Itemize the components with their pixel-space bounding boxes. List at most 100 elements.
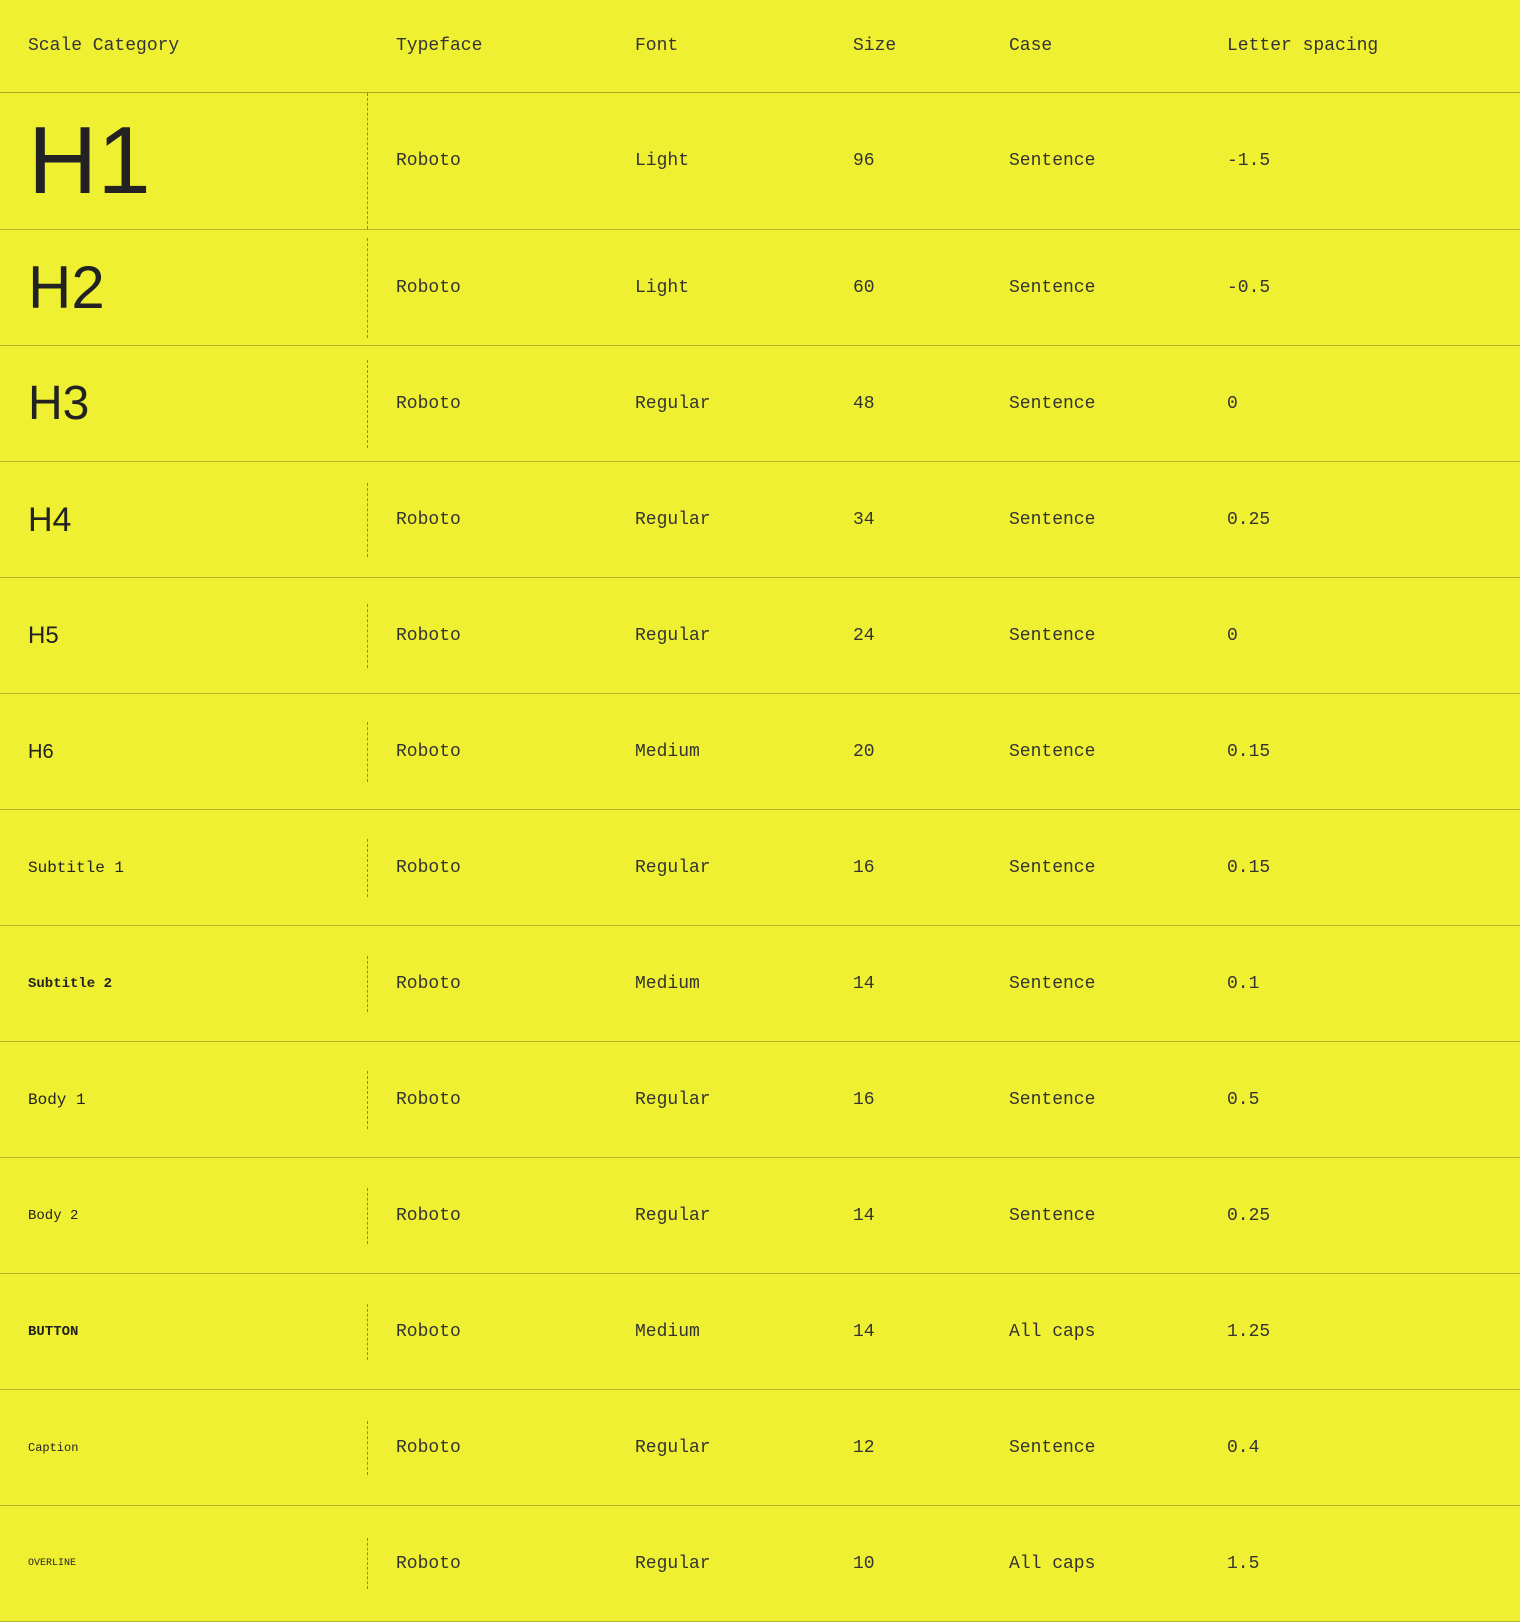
table-row: H6 Roboto Medium 20 Sentence 0.15 [0, 694, 1520, 810]
letter-spacing-cell: 0 [1199, 606, 1520, 666]
table-row: OVERLINE Roboto Regular 10 All caps 1.5 [0, 1506, 1520, 1622]
typeface-cell: Roboto [368, 1186, 607, 1246]
letter-spacing-cell: 0.1 [1199, 954, 1520, 1014]
font-cell: Medium [607, 1302, 825, 1362]
table-row: Body 1 Roboto Regular 16 Sentence 0.5 [0, 1042, 1520, 1158]
typeface-cell: Roboto [368, 1302, 607, 1362]
size-cell: 10 [825, 1534, 981, 1594]
table-row: H4 Roboto Regular 34 Sentence 0.25 [0, 462, 1520, 578]
scale-label: Subtitle 1 [28, 859, 124, 877]
font-cell: Medium [607, 954, 825, 1014]
font-cell: Regular [607, 374, 825, 434]
scale-label: Body 1 [28, 1091, 86, 1109]
scale-category-cell: Body 1 [0, 1071, 368, 1129]
scale-label: H2 [28, 258, 105, 318]
scale-category-cell: H3 [0, 360, 368, 448]
letter-spacing-cell: 0.15 [1199, 838, 1520, 898]
case-cell: Sentence [981, 838, 1199, 898]
size-cell: 34 [825, 490, 981, 550]
case-cell: Sentence [981, 606, 1199, 666]
letter-spacing-cell: 1.25 [1199, 1302, 1520, 1362]
col-header-typeface: Typeface [368, 0, 607, 92]
size-cell: 12 [825, 1418, 981, 1478]
size-cell: 60 [825, 258, 981, 318]
col-header-size: Size [825, 0, 981, 92]
size-cell: 14 [825, 1186, 981, 1246]
table-row: Caption Roboto Regular 12 Sentence 0.4 [0, 1390, 1520, 1506]
typeface-cell: Roboto [368, 606, 607, 666]
scale-category-cell: Body 2 [0, 1188, 368, 1244]
scale-category-cell: H5 [0, 604, 368, 668]
scale-category-cell: Subtitle 2 [0, 956, 368, 1012]
letter-spacing-cell: 1.5 [1199, 1534, 1520, 1594]
font-cell: Regular [607, 1070, 825, 1130]
size-cell: 14 [825, 954, 981, 1014]
table-row: Subtitle 1 Roboto Regular 16 Sentence 0.… [0, 810, 1520, 926]
typeface-cell: Roboto [368, 722, 607, 782]
case-cell: Sentence [981, 954, 1199, 1014]
scale-label: Subtitle 2 [28, 976, 112, 992]
letter-spacing-cell: 0.15 [1199, 722, 1520, 782]
scale-label: H3 [28, 380, 89, 428]
table-row: H3 Roboto Regular 48 Sentence 0 [0, 346, 1520, 462]
size-cell: 16 [825, 1070, 981, 1130]
table-row: BUTTON Roboto Medium 14 All caps 1.25 [0, 1274, 1520, 1390]
case-cell: All caps [981, 1302, 1199, 1362]
size-cell: 24 [825, 606, 981, 666]
scale-category-cell: H4 [0, 483, 368, 557]
case-cell: All caps [981, 1534, 1199, 1594]
size-cell: 14 [825, 1302, 981, 1362]
typeface-cell: Roboto [368, 954, 607, 1014]
table-body: H1 Roboto Light 96 Sentence -1.5 H2 Robo… [0, 93, 1520, 1622]
letter-spacing-cell: -1.5 [1199, 131, 1520, 191]
font-cell: Regular [607, 1418, 825, 1478]
size-cell: 48 [825, 374, 981, 434]
font-cell: Regular [607, 1534, 825, 1594]
case-cell: Sentence [981, 722, 1199, 782]
typography-table: Scale Category Typeface Font Size Case L… [0, 0, 1520, 1622]
font-cell: Regular [607, 606, 825, 666]
scale-category-cell: OVERLINE [0, 1538, 368, 1589]
col-header-font: Font [607, 0, 825, 92]
typeface-cell: Roboto [368, 131, 607, 191]
col-header-scale: Scale Category [0, 0, 368, 92]
case-cell: Sentence [981, 374, 1199, 434]
letter-spacing-cell: 0.25 [1199, 490, 1520, 550]
scale-category-cell: Caption [0, 1421, 368, 1475]
scale-label: H6 [28, 742, 54, 762]
typeface-cell: Roboto [368, 490, 607, 550]
letter-spacing-cell: 0 [1199, 374, 1520, 434]
font-cell: Medium [607, 722, 825, 782]
case-cell: Sentence [981, 258, 1199, 318]
typeface-cell: Roboto [368, 374, 607, 434]
scale-label: H1 [28, 113, 151, 209]
size-cell: 16 [825, 838, 981, 898]
letter-spacing-cell: 0.5 [1199, 1070, 1520, 1130]
scale-category-cell: BUTTON [0, 1304, 368, 1360]
letter-spacing-cell: 0.25 [1199, 1186, 1520, 1246]
scale-label: H4 [28, 503, 71, 537]
table-row: Subtitle 2 Roboto Medium 14 Sentence 0.1 [0, 926, 1520, 1042]
case-cell: Sentence [981, 1186, 1199, 1246]
letter-spacing-cell: -0.5 [1199, 258, 1520, 318]
size-cell: 96 [825, 131, 981, 191]
font-cell: Regular [607, 490, 825, 550]
typeface-cell: Roboto [368, 838, 607, 898]
font-cell: Light [607, 131, 825, 191]
scale-label: BUTTON [28, 1324, 78, 1340]
table-header: Scale Category Typeface Font Size Case L… [0, 0, 1520, 93]
scale-label: H5 [28, 624, 59, 648]
typeface-cell: Roboto [368, 1070, 607, 1130]
typeface-cell: Roboto [368, 258, 607, 318]
case-cell: Sentence [981, 490, 1199, 550]
table-row: H2 Roboto Light 60 Sentence -0.5 [0, 230, 1520, 346]
font-cell: Regular [607, 1186, 825, 1246]
case-cell: Sentence [981, 131, 1199, 191]
typeface-cell: Roboto [368, 1418, 607, 1478]
font-cell: Light [607, 258, 825, 318]
scale-category-cell: H6 [0, 722, 368, 782]
table-row: H5 Roboto Regular 24 Sentence 0 [0, 578, 1520, 694]
case-cell: Sentence [981, 1418, 1199, 1478]
scale-category-cell: H2 [0, 238, 368, 338]
table-row: H1 Roboto Light 96 Sentence -1.5 [0, 93, 1520, 230]
